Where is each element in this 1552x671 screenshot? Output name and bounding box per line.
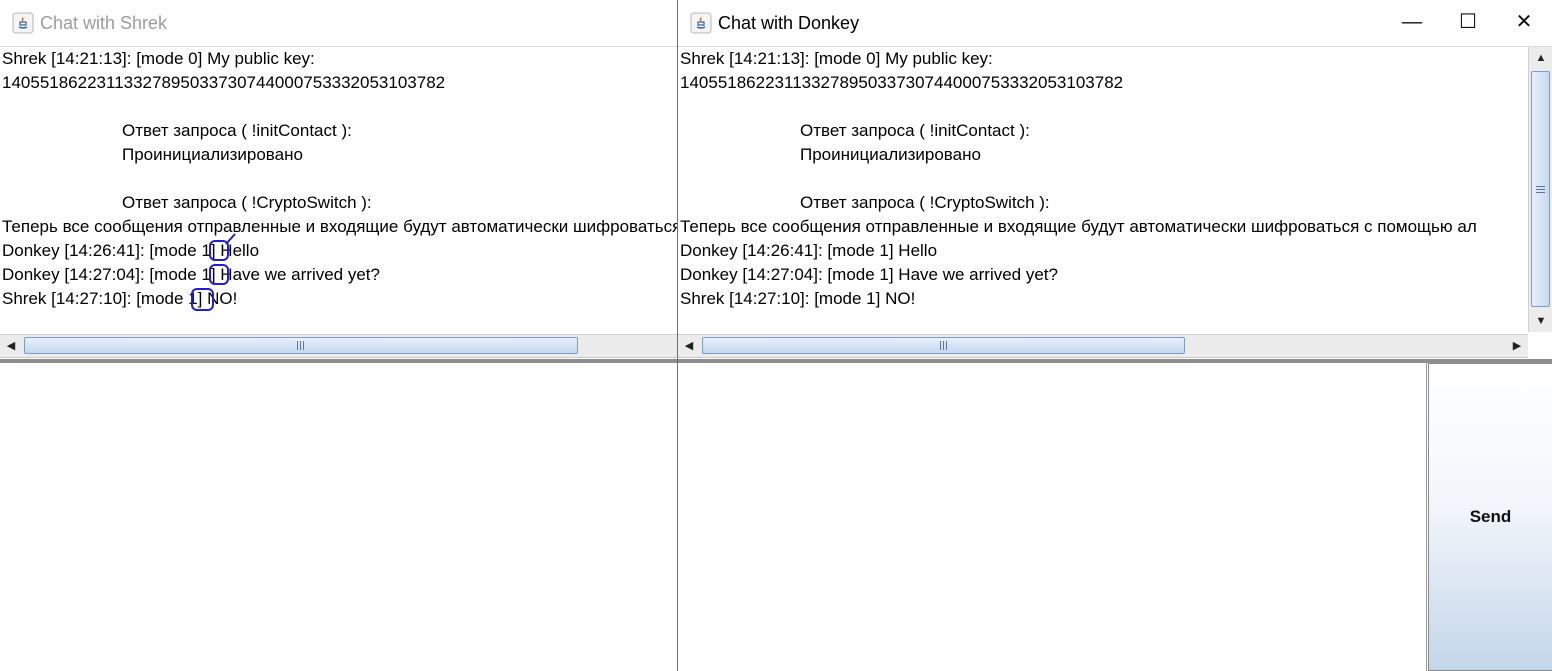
chat-line: Проинициализировано [122, 145, 303, 164]
annotation-stroke [225, 233, 236, 245]
horizontal-scrollbar[interactable]: ◀ ▶ [678, 334, 1528, 358]
chat-line: Donkey [14:26:41]: [mode 1] Hello [680, 241, 938, 260]
window-title: Chat with Donkey [718, 13, 860, 33]
chat-window-donkey[interactable]: Chat with Donkey — ☐ ✕ Shrek [14:21:13]:… [677, 0, 1552, 671]
chat-line: Проинициализировано [800, 145, 981, 164]
annotation-circle [209, 264, 229, 285]
minimize-button[interactable]: — [1384, 0, 1440, 46]
scroll-left-icon[interactable]: ◀ [678, 335, 700, 357]
chat-window-shrek[interactable]: Chat with Shrek Shrek [14:21:13]: [mode … [0, 0, 678, 671]
message-input[interactable] [0, 363, 677, 671]
vertical-scrollbar[interactable]: ▲ ▼ [1528, 47, 1552, 332]
chat-line: Ответ запроса ( !initContact ): [800, 121, 1030, 140]
grip-icon [1536, 185, 1545, 193]
chat-line: Shrek [14:21:13]: [mode 0] My public key… [680, 49, 993, 68]
send-button[interactable]: Send [1428, 363, 1552, 671]
chat-line: Теперь все сообщения отправленные и вход… [680, 217, 1477, 236]
close-button[interactable]: ✕ [1496, 0, 1552, 46]
scroll-down-icon[interactable]: ▼ [1529, 310, 1552, 332]
scroll-up-icon[interactable]: ▲ [1529, 47, 1552, 69]
annotation-circle [191, 288, 214, 311]
chat-line: Ответ запроса ( !CryptoSwitch ): [800, 193, 1050, 212]
chat-line: Ответ запроса ( !initContact ): [122, 121, 352, 140]
scroll-left-icon[interactable]: ◀ [0, 335, 22, 357]
java-icon [12, 12, 34, 34]
chat-line: Ответ запроса ( !CryptoSwitch ): [122, 193, 372, 212]
maximize-button[interactable]: ☐ [1440, 0, 1496, 46]
grip-icon [939, 341, 948, 350]
scroll-thumb[interactable] [24, 337, 578, 354]
scroll-thumb[interactable] [1531, 71, 1550, 307]
chat-line: 1405518622311332789503373074400075333205… [680, 73, 1124, 92]
grip-icon [297, 341, 305, 350]
chat-history[interactable]: Shrek [14:21:13]: [mode 0] My public key… [678, 47, 1528, 333]
message-input[interactable] [678, 363, 1427, 671]
chat-line: Shrek [14:21:13]: [mode 0] My public key… [2, 49, 315, 68]
chat-line: Donkey [14:27:04]: [mode 1] Have we arri… [680, 265, 1058, 284]
chat-line: Shrek [14:27:10]: [mode 1] NO! [680, 289, 916, 308]
title-bar[interactable]: Chat with Shrek [0, 0, 677, 47]
window-title: Chat with Shrek [40, 13, 168, 33]
java-icon [690, 12, 712, 34]
scroll-right-icon[interactable]: ▶ [1506, 335, 1528, 357]
chat-line: Теперь все сообщения отправленные и вход… [2, 217, 677, 236]
chat-line: Donkey [14:27:04]: [mode 1] Have we arri… [2, 265, 380, 284]
horizontal-scrollbar[interactable]: ◀ [0, 334, 677, 358]
title-bar[interactable]: Chat with Donkey — ☐ ✕ [678, 0, 1552, 47]
chat-line: 1405518622311332789503373074400075333205… [2, 73, 446, 92]
chat-history[interactable]: Shrek [14:21:13]: [mode 0] My public key… [0, 47, 677, 333]
scroll-thumb[interactable] [702, 337, 1185, 354]
